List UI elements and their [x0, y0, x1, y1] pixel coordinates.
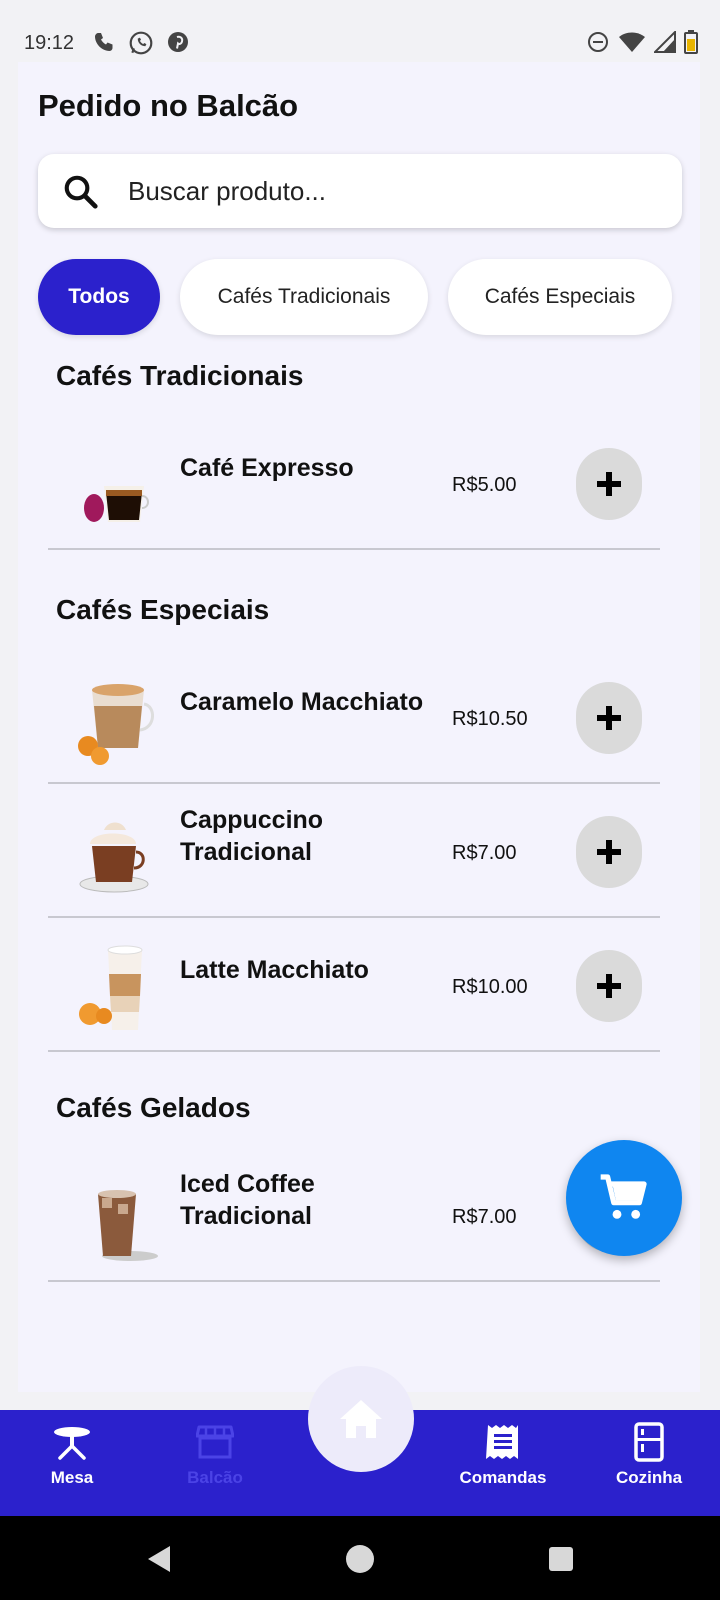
product-price: R$5.00	[452, 474, 517, 496]
signal-icon	[654, 31, 676, 53]
home-icon	[340, 1400, 382, 1438]
whatsapp-icon	[129, 31, 153, 55]
product-price: R$10.50	[452, 708, 528, 730]
add-button[interactable]	[576, 448, 642, 520]
status-time: 19:12	[24, 32, 75, 54]
phone-icon	[95, 33, 113, 51]
section-title-cafes-tradicionais: Cafés Tradicionais	[56, 360, 304, 391]
chip-cafes-especiais[interactable]: Cafés Especiais	[448, 259, 672, 335]
search-box[interactable]	[38, 154, 682, 228]
filter-chips: Todos Cafés Tradicionais Cafés Especiais	[38, 259, 672, 335]
status-right-icons	[586, 30, 698, 54]
nav-label: Balcão	[187, 1468, 243, 1487]
page-title: Pedido no Balcão	[38, 88, 299, 123]
divider	[48, 1050, 660, 1052]
latte-macchiato-image	[79, 945, 143, 1030]
product-price: R$10.00	[452, 976, 528, 998]
divider	[48, 1280, 660, 1282]
section-title-cafes-gelados: Cafés Gelados	[56, 1092, 251, 1123]
iced-coffee-tradicional-image	[98, 1190, 158, 1261]
system-nav-bar	[0, 1516, 720, 1600]
product-name: Cappuccino Tradicional	[180, 806, 324, 866]
home-circle-icon[interactable]	[345, 1544, 375, 1574]
product-name: Caramelo Macchiato	[180, 688, 424, 716]
product-name: Café Expresso	[180, 454, 354, 482]
recents-icon[interactable]	[548, 1546, 574, 1572]
nav-item-comandas[interactable]: Comandas	[448, 1420, 558, 1488]
store-icon	[196, 1425, 234, 1459]
list-item: Latte Macchiato R$10.00	[48, 920, 660, 1052]
plus-icon	[597, 974, 621, 998]
cafe-expresso-image	[84, 486, 149, 522]
cart-button[interactable]	[566, 1140, 682, 1256]
receipt-icon	[486, 1425, 518, 1459]
divider	[48, 548, 660, 550]
plus-icon	[597, 706, 621, 730]
list-item: Caramelo Macchiato R$10.50	[48, 652, 660, 784]
product-name: Iced Coffee Tradicional	[180, 1170, 315, 1230]
add-button[interactable]	[576, 950, 642, 1022]
chip-cafes-tradicionais[interactable]: Cafés Tradicionais	[180, 259, 428, 335]
search-icon	[64, 175, 98, 209]
nav-label: Comandas	[459, 1468, 547, 1487]
back-icon[interactable]	[144, 1544, 174, 1574]
plus-icon	[597, 472, 621, 496]
nav-item-balcao[interactable]: Balcão	[160, 1420, 270, 1488]
wifi-icon	[619, 32, 645, 52]
nav-label: Mesa	[50, 1468, 94, 1487]
cart-icon	[600, 1174, 647, 1219]
status-left-icons	[92, 30, 190, 56]
product-name: Latte Macchiato	[180, 956, 369, 984]
search-input[interactable]	[128, 154, 648, 228]
list-item: Cappuccino Tradicional R$7.00	[48, 786, 660, 918]
nav-item-cozinha[interactable]: Cozinha	[594, 1420, 704, 1488]
plus-icon	[597, 840, 621, 864]
nav-label: Cozinha	[615, 1468, 683, 1487]
pinterest-icon	[168, 32, 188, 52]
add-button[interactable]	[576, 816, 642, 888]
nav-item-mesa[interactable]: Mesa	[17, 1420, 127, 1488]
divider	[48, 916, 660, 918]
section-title-cafes-especiais: Cafés Especiais	[56, 594, 270, 625]
fridge-icon	[634, 1422, 664, 1462]
cappuccino-tradicional-image	[79, 822, 149, 893]
status-bar: 19:12	[0, 0, 720, 62]
product-price: R$7.00	[452, 842, 517, 864]
list-item: Café Expresso R$5.00	[48, 418, 660, 550]
caramelo-macchiato-image	[78, 684, 154, 765]
chip-todos[interactable]: Todos	[38, 259, 160, 335]
divider	[48, 782, 660, 784]
dnd-icon	[588, 32, 608, 52]
home-button[interactable]	[308, 1366, 414, 1472]
product-price: R$7.00	[452, 1206, 517, 1228]
add-button[interactable]	[576, 682, 642, 754]
table-icon	[54, 1427, 90, 1460]
battery-icon	[684, 30, 698, 54]
